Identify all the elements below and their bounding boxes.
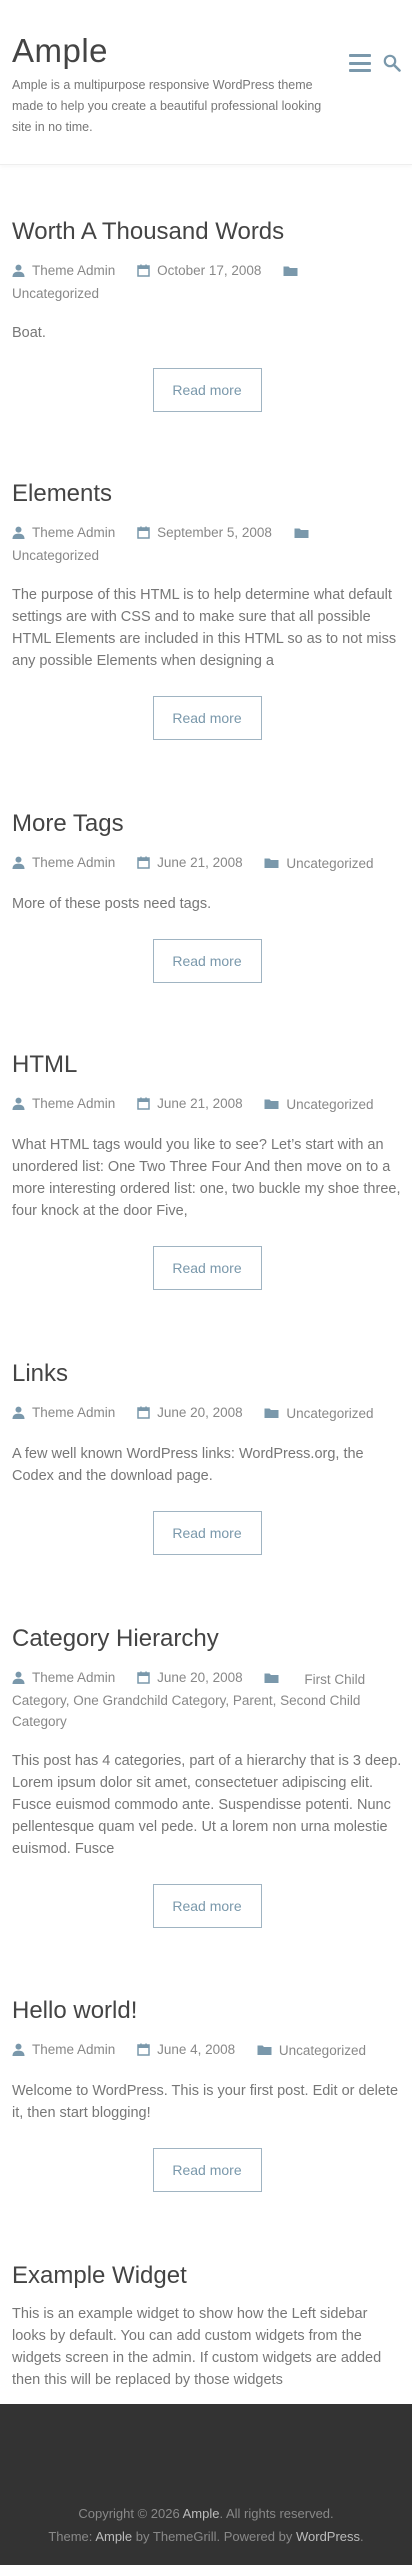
post-title[interactable]: Hello world! [12,1996,402,2026]
credit-period: . [360,2529,364,2544]
post-category[interactable]: Uncategorized [257,2040,366,2061]
read-more-button[interactable]: Read more [152,1884,262,1928]
user-icon [12,856,25,869]
copyright-text: Copyright © 2026 [78,2506,180,2521]
user-icon [12,526,25,539]
post-meta: Theme Admin June 21, 2008 Uncategorized [12,852,402,875]
user-icon [12,1406,25,1419]
folder-icon [283,266,298,276]
post-author[interactable]: Theme Admin [12,522,115,543]
calendar-icon [137,526,150,539]
post-meta: Theme Admin June 21, 2008 Uncategorized [12,1093,402,1116]
footer-site-link[interactable]: Ample [183,2506,220,2521]
footer-wordpress-link[interactable]: WordPress [296,2529,360,2544]
theme-credit-line: Theme: Ample by ThemeGrill. Powered by W… [0,2529,412,2544]
post-category [283,265,305,277]
post-item: More Tags Theme Admin June 21, 2008 Unca… [12,809,402,983]
site-footer: Copyright © 2026 Ample. All rights reser… [0,2404,412,2565]
calendar-icon [137,2043,150,2056]
post-date[interactable]: June 21, 2008 [137,852,243,873]
copyright-line: Copyright © 2026 Ample. All rights reser… [0,2506,412,2521]
folder-icon [294,528,309,538]
post-category [264,1672,286,1684]
widget-text: This is an example widget to show how th… [12,2306,382,2388]
theme-credit-text: by ThemeGrill. Powered by [135,2529,293,2544]
post-author[interactable]: Theme Admin [12,852,115,873]
post-date[interactable]: October 17, 2008 [137,260,261,281]
read-more-button[interactable]: Read more [152,2148,262,2192]
read-more-button[interactable]: Read more [152,696,262,740]
folder-icon [264,1408,279,1418]
site-header: Ample Ample is a multipurpose responsive… [0,0,412,165]
post-title[interactable]: HTML [12,1050,402,1080]
post-meta: Theme Admin October 17, 2008 Uncategoriz… [12,260,402,304]
post-excerpt: More of these posts need tags. [12,896,212,912]
theme-label: Theme: [48,2529,93,2544]
user-icon [12,1671,25,1684]
post-date[interactable]: June 4, 2008 [137,2039,235,2060]
post-title[interactable]: More Tags [12,809,402,839]
post-category-link[interactable]: Uncategorized [12,548,99,563]
site-description: Ample is a multipurpose responsive WordP… [12,78,322,134]
site-title[interactable]: Ample [12,32,108,70]
post-meta: Theme Admin September 5, 2008 Uncategori… [12,522,402,566]
folder-icon [264,858,279,868]
post-category[interactable]: Uncategorized [264,1094,373,1115]
widget-title: Example Widget [12,2262,187,2289]
calendar-icon [137,856,150,869]
user-icon [12,2043,25,2056]
post-date[interactable]: June 20, 2008 [137,1402,243,1423]
post-title[interactable]: Links [12,1359,402,1389]
post-date[interactable]: June 20, 2008 [137,1667,243,1688]
post-item: Links Theme Admin June 20, 2008 Uncatego… [12,1359,402,1555]
post-meta: Theme Admin June 4, 2008 Uncategorized [12,2039,402,2062]
footer-theme-link[interactable]: Ample [95,2529,132,2544]
post-title[interactable]: Worth A Thousand Words [12,217,402,247]
sidebar-widget: Example Widget This is an example widget… [12,2262,402,2391]
post-author[interactable]: Theme Admin [12,260,115,281]
read-more-button[interactable]: Read more [152,1246,262,1290]
post-title[interactable]: Category Hierarchy [12,1624,402,1654]
post-item: Worth A Thousand Words Theme Admin Octob… [12,217,402,412]
post-category[interactable]: Uncategorized [264,853,373,874]
post-date[interactable]: June 21, 2008 [137,1093,243,1114]
folder-icon [264,1673,279,1683]
post-excerpt: The purpose of this HTML is to help dete… [12,587,397,669]
post-author[interactable]: Theme Admin [12,2039,115,2060]
post-item: HTML Theme Admin June 21, 2008 Uncategor… [12,1050,402,1290]
post-excerpt: What HTML tags would you like to see? Le… [12,1137,401,1219]
user-icon [12,1097,25,1110]
post-title[interactable]: Elements [12,479,402,509]
post-category[interactable]: Uncategorized [264,1403,373,1424]
post-date[interactable]: September 5, 2008 [137,522,272,543]
post-meta: Theme Admin June 20, 2008 Uncategorized [12,1402,402,1425]
read-more-button[interactable]: Read more [152,1511,262,1555]
post-excerpt: Welcome to WordPress. This is your first… [12,2083,399,2121]
calendar-icon [137,1671,150,1684]
read-more-button[interactable]: Read more [152,939,262,983]
folder-icon [264,1099,279,1109]
post-excerpt: A few well known WordPress links: WordPr… [12,1446,364,1484]
post-meta: Theme Admin June 20, 2008 First Child Ca… [12,1667,402,1732]
post-excerpt: This post has 4 categories, part of a hi… [12,1753,402,1857]
post-author[interactable]: Theme Admin [12,1667,115,1688]
menu-toggle-icon[interactable] [349,54,371,72]
post-category [294,527,316,539]
post-category-link[interactable]: Uncategorized [12,286,99,301]
post-item: Hello world! Theme Admin June 4, 2008 Un… [12,1996,402,2192]
user-icon [12,264,25,277]
post-author[interactable]: Theme Admin [12,1402,115,1423]
calendar-icon [137,264,150,277]
post-excerpt: Boat. [12,325,46,341]
calendar-icon [137,1097,150,1110]
read-more-button[interactable]: Read more [152,368,262,412]
calendar-icon [137,1406,150,1419]
copyright-suffix: . All rights reserved. [219,2506,334,2521]
post-author[interactable]: Theme Admin [12,1093,115,1114]
search-icon[interactable] [383,54,401,72]
post-item: Category Hierarchy Theme Admin June 20, … [12,1624,402,1928]
folder-icon [257,2045,272,2055]
post-item: Elements Theme Admin September 5, 2008 U… [12,479,402,740]
